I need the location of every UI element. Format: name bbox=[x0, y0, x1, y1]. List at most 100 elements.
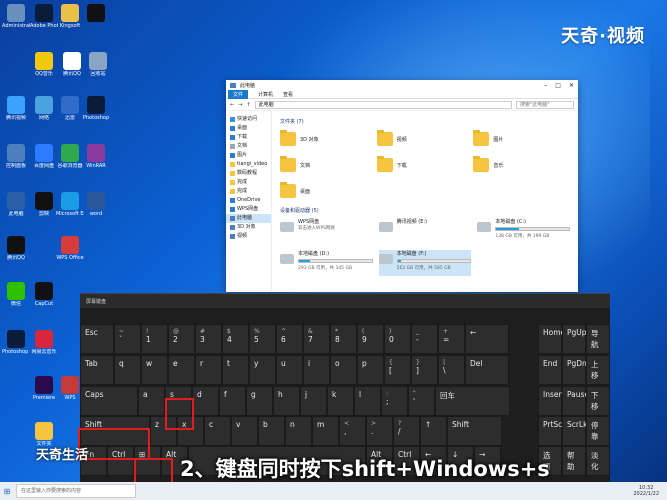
keyboard-key[interactable]: Del bbox=[465, 355, 509, 385]
keyboard-key[interactable]: _ - bbox=[411, 324, 438, 354]
keyboard-key[interactable]: f bbox=[219, 386, 246, 416]
nav-item[interactable]: 此电脑 bbox=[226, 214, 271, 223]
nav-key[interactable]: ScrLk bbox=[562, 416, 588, 446]
nav-item[interactable]: 3D 对象 bbox=[226, 223, 271, 232]
desktop-icon[interactable]: word bbox=[82, 192, 110, 217]
keyboard-key[interactable]: c bbox=[204, 416, 231, 446]
search-input[interactable]: 搜索"此电脑" bbox=[516, 100, 574, 109]
nav-key[interactable]: 上移 bbox=[586, 355, 610, 385]
keyboard-key[interactable]: 回车 bbox=[435, 386, 510, 416]
tab-computer[interactable]: 计算机 bbox=[258, 91, 273, 98]
desktop-icon[interactable]: Administrator bbox=[2, 4, 30, 29]
keyboard-key[interactable]: p bbox=[357, 355, 384, 385]
keyboard-key[interactable]: * 8 bbox=[330, 324, 357, 354]
forward-arrow-icon[interactable]: → bbox=[238, 102, 242, 108]
explorer-titlebar[interactable]: 此电脑 – □ ✕ bbox=[226, 80, 578, 90]
tab-file[interactable]: 文件 bbox=[228, 89, 249, 99]
drive-item[interactable]: 本地磁盘 (F:) 562 GB 可用，共 585 GB bbox=[378, 250, 472, 276]
keyboard-key[interactable]: Shift bbox=[447, 416, 502, 446]
folder-item[interactable]: 下载 bbox=[376, 155, 474, 175]
desktop-icon[interactable]: 微信 bbox=[2, 282, 30, 307]
folder-item[interactable]: 图片 bbox=[473, 129, 570, 149]
desktop-icon[interactable]: WinRAR bbox=[82, 144, 110, 169]
nav-key[interactable]: 下移 bbox=[586, 386, 610, 416]
keyboard-key[interactable]: o bbox=[330, 355, 357, 385]
keyboard-key[interactable]: l bbox=[354, 386, 381, 416]
keyboard-key[interactable]: b bbox=[258, 416, 285, 446]
keyboard-key[interactable]: + = bbox=[438, 324, 465, 354]
desktop-icon[interactable]: 网易云音乐 bbox=[30, 330, 58, 355]
windows-start-icon[interactable]: ⊞ bbox=[0, 482, 14, 500]
up-arrow-icon[interactable]: ↑ bbox=[246, 102, 250, 108]
keyboard-key[interactable]: h bbox=[273, 386, 300, 416]
tab-view[interactable]: 查看 bbox=[283, 91, 293, 98]
keyboard-key[interactable]: >. bbox=[366, 416, 393, 446]
keyboard-key[interactable]: m bbox=[312, 416, 339, 446]
desktop-icon[interactable] bbox=[82, 4, 110, 23]
keyboard-key[interactable]: $4 bbox=[222, 324, 249, 354]
desktop-icon[interactable]: 控制面板 bbox=[2, 144, 30, 169]
keyboard-key[interactable]: " ' bbox=[408, 386, 435, 416]
keyboard-key[interactable]: e bbox=[168, 355, 195, 385]
keyboard-key[interactable]: j bbox=[300, 386, 327, 416]
keyboard-key[interactable]: ~ ` bbox=[114, 324, 141, 354]
keyboard-key[interactable]: ) 0 bbox=[384, 324, 411, 354]
drive-item[interactable]: WPS网盘 双击进入WPS网盘 bbox=[280, 218, 373, 244]
address-bar[interactable]: 此电脑 bbox=[254, 100, 512, 109]
keyboard-key[interactable]: | \ bbox=[438, 355, 465, 385]
nav-item[interactable]: 图片 bbox=[226, 151, 271, 160]
keyboard-key[interactable]: n bbox=[285, 416, 312, 446]
nav-key[interactable]: 帮助 bbox=[562, 446, 586, 476]
desktop-icon[interactable]: 腾讯QQ bbox=[2, 236, 30, 261]
nav-key[interactable]: 停靠 bbox=[586, 416, 610, 446]
keyboard-key[interactable]: a bbox=[138, 386, 165, 416]
folder-item[interactable]: 音乐 bbox=[473, 155, 570, 175]
keyboard-key[interactable]: & 7 bbox=[303, 324, 330, 354]
desktop-icon[interactable]: 百度网盘 bbox=[30, 144, 58, 169]
back-arrow-icon[interactable]: ← bbox=[230, 102, 234, 108]
nav-key[interactable]: Pause bbox=[562, 386, 589, 416]
desktop-icon[interactable]: QQ音乐 bbox=[30, 52, 58, 77]
keyboard-key[interactable]: @2 bbox=[168, 324, 195, 354]
close-icon[interactable]: ✕ bbox=[569, 82, 574, 89]
folder-item[interactable]: 视频 bbox=[376, 129, 474, 149]
keyboard-key[interactable]: u bbox=[276, 355, 303, 385]
desktop-icon[interactable]: 谷歌浏览器 bbox=[56, 144, 84, 169]
keyboard-key[interactable]: Tab bbox=[80, 355, 114, 385]
desktop-icon[interactable]: 此电脑 bbox=[2, 192, 30, 217]
desktop-icon[interactable]: WPS Office bbox=[56, 236, 84, 261]
desktop-icon[interactable]: 剪映 bbox=[30, 192, 58, 217]
keyboard-key[interactable]: r bbox=[195, 355, 222, 385]
desktop-icon[interactable]: Photoshop 2020 bbox=[2, 330, 30, 355]
drive-item[interactable]: 本地磁盘 (C:) 138 GB 可用，共 199 GB bbox=[477, 218, 570, 244]
keyboard-key[interactable]: % 5 bbox=[249, 324, 276, 354]
nav-key[interactable]: End bbox=[538, 355, 562, 385]
nav-item[interactable]: 完成 bbox=[226, 187, 271, 196]
keyboard-key[interactable]: g bbox=[246, 386, 273, 416]
keyboard-key[interactable]: v bbox=[231, 416, 258, 446]
keyboard-key[interactable]: (9 bbox=[357, 324, 384, 354]
taskbar-clock[interactable]: 10:32 2022/1/22 bbox=[633, 485, 659, 497]
nav-item[interactable]: OneDrive bbox=[226, 196, 271, 205]
desktop-icon[interactable]: CapCut bbox=[30, 282, 58, 307]
desktop-icon[interactable]: 迅雷 bbox=[56, 96, 84, 121]
desktop-icon[interactable]: 腾讯视频 bbox=[2, 96, 30, 121]
keyboard-key[interactable]: ? / bbox=[393, 416, 420, 446]
nav-item[interactable]: 完成 bbox=[226, 178, 271, 187]
folder-item[interactable]: 文档 bbox=[280, 155, 377, 175]
keyboard-key[interactable]: #3 bbox=[195, 324, 222, 354]
nav-key[interactable]: 导航 bbox=[586, 324, 610, 354]
desktop-icon[interactable]: Premiere bbox=[30, 376, 58, 401]
keyboard-key[interactable]: Caps bbox=[80, 386, 138, 416]
nav-item[interactable]: 数码教程 bbox=[226, 169, 271, 178]
nav-key[interactable]: PgDn bbox=[562, 355, 587, 385]
desktop-icon[interactable]: Microsoft Edge bbox=[56, 192, 84, 217]
keyboard-key[interactable]: ← bbox=[465, 324, 509, 354]
taskbar-search-input[interactable]: 在这里输入你要搜索的内容 bbox=[16, 484, 136, 498]
keyboard-key[interactable]: ^ 6 bbox=[276, 324, 303, 354]
desktop-icon[interactable]: 回收站 bbox=[84, 52, 112, 77]
keyboard-key[interactable]: {[ bbox=[384, 355, 411, 385]
folder-item[interactable]: 3D 对象 bbox=[280, 129, 377, 149]
nav-item[interactable]: 文档 bbox=[226, 142, 271, 151]
keyboard-key[interactable]: k bbox=[327, 386, 354, 416]
